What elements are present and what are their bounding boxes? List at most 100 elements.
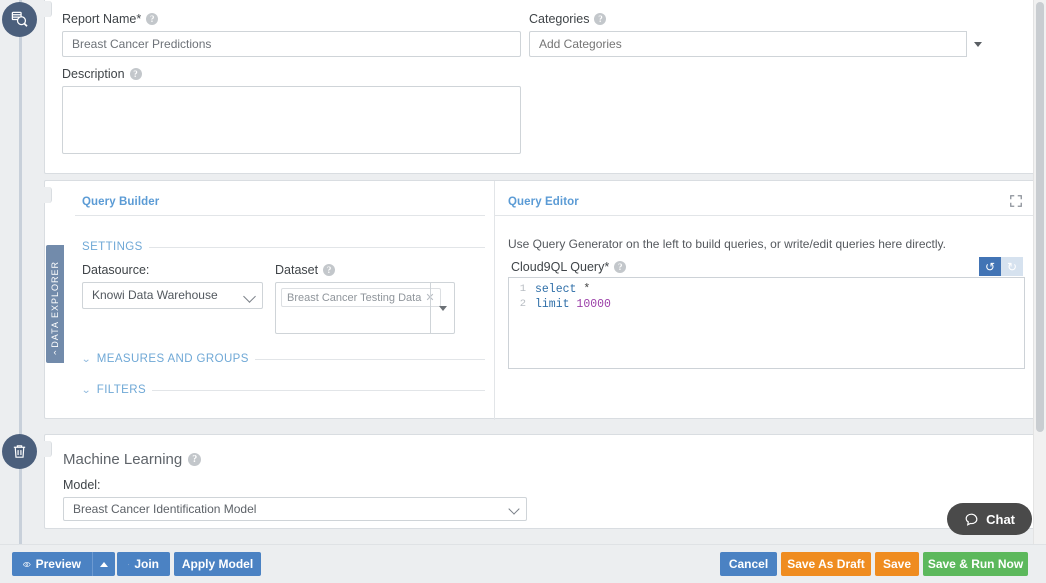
query-editor-help-text: Use Query Generator on the left to build… bbox=[508, 237, 946, 251]
chevron-down-icon: ⌄ bbox=[81, 354, 92, 365]
report-name-label: Report Name* ? bbox=[62, 12, 158, 26]
divider bbox=[149, 247, 485, 248]
code-keyword: limit bbox=[535, 297, 570, 312]
dataset-multiselect[interactable]: Breast Cancer Testing Data ✕ bbox=[275, 282, 455, 334]
divider bbox=[75, 215, 485, 216]
dataset-label-text: Dataset bbox=[275, 263, 318, 277]
data-search-icon[interactable] bbox=[2, 2, 37, 37]
save-as-draft-button[interactable]: Save As Draft bbox=[781, 552, 871, 576]
measures-and-groups-header[interactable]: ⌄ MEASURES AND GROUPS bbox=[82, 353, 485, 365]
settings-section-header: SETTINGS bbox=[82, 241, 485, 253]
categories-label-text: Categories bbox=[529, 12, 589, 26]
filters-header[interactable]: ⌄ FILTERS bbox=[82, 384, 485, 396]
cloud9ql-query-label: Cloud9QL Query* ? bbox=[511, 260, 626, 274]
description-textarea[interactable] bbox=[62, 86, 521, 154]
help-icon[interactable]: ? bbox=[594, 13, 606, 25]
query-builder-title: Query Builder bbox=[82, 196, 159, 208]
description-label-text: Description bbox=[62, 67, 125, 81]
code-line: 1 select * bbox=[509, 282, 1024, 297]
divider bbox=[152, 390, 485, 391]
vertical-scrollbar[interactable] bbox=[1033, 0, 1046, 545]
undo-redo-group: ↺ ↻ bbox=[979, 257, 1023, 276]
report-name-input[interactable] bbox=[62, 31, 521, 57]
categories-label: Categories ? bbox=[529, 12, 606, 26]
chat-button[interactable]: Chat bbox=[947, 503, 1032, 535]
cloud9ql-query-label-text: Cloud9QL Query* bbox=[511, 260, 609, 274]
model-select-wrapper: Breast Cancer Identification Model bbox=[63, 497, 527, 521]
measures-and-groups-label: MEASURES AND GROUPS bbox=[97, 353, 249, 365]
panel-divider bbox=[494, 181, 495, 420]
datasource-label: Datasource: bbox=[82, 263, 149, 277]
data-explorer-label: DATA EXPLORER bbox=[50, 261, 60, 348]
code-line: 2 limit 10000 bbox=[509, 297, 1024, 312]
chevron-down-icon bbox=[974, 42, 982, 47]
chevron-down-icon bbox=[439, 306, 447, 311]
scrollbar-thumb[interactable] bbox=[1036, 2, 1044, 432]
machine-learning-title-text: Machine Learning bbox=[63, 451, 182, 468]
dataset-token-label: Breast Cancer Testing Data bbox=[287, 292, 421, 304]
chevron-down-icon bbox=[243, 290, 256, 303]
apply-model-button-label: Apply Model bbox=[182, 557, 253, 571]
save-as-draft-button-label: Save As Draft bbox=[787, 557, 865, 571]
code-operator: * bbox=[583, 282, 590, 297]
model-select[interactable]: Breast Cancer Identification Model bbox=[63, 497, 527, 521]
filters-label: FILTERS bbox=[97, 384, 146, 396]
datasource-selected-value: Knowi Data Warehouse bbox=[92, 288, 218, 302]
datasource-select[interactable]: Knowi Data Warehouse bbox=[82, 282, 263, 309]
report-name-label-text: Report Name* bbox=[62, 12, 141, 26]
save-button[interactable]: Save bbox=[875, 552, 919, 576]
model-selected-value: Breast Cancer Identification Model bbox=[73, 502, 256, 516]
code-keyword: select bbox=[535, 282, 576, 297]
join-icon bbox=[128, 558, 129, 571]
description-label: Description ? bbox=[62, 67, 142, 81]
apply-model-button[interactable]: Apply Model bbox=[174, 552, 261, 576]
dataset-token[interactable]: Breast Cancer Testing Data ✕ bbox=[281, 288, 441, 307]
help-icon[interactable]: ? bbox=[130, 68, 142, 80]
save-and-run-now-button-label: Save & Run Now bbox=[928, 557, 1023, 571]
bottom-toolbar: Preview Join Apply Model Cancel Save As … bbox=[0, 544, 1046, 583]
query-card: Query Builder Query Editor SETTINGS Data… bbox=[44, 180, 1036, 419]
divider bbox=[495, 215, 1037, 216]
redo-button[interactable]: ↻ bbox=[1001, 257, 1023, 276]
help-icon[interactable]: ? bbox=[323, 264, 335, 276]
settings-section-label: SETTINGS bbox=[82, 241, 143, 253]
categories-dropdown-button[interactable] bbox=[966, 31, 988, 57]
trash-icon[interactable] bbox=[2, 434, 37, 469]
datasource-select-wrapper: Knowi Data Warehouse bbox=[82, 282, 263, 309]
help-icon[interactable]: ? bbox=[614, 261, 626, 273]
line-number: 1 bbox=[509, 282, 535, 297]
preview-button-label: Preview bbox=[36, 557, 81, 571]
dataset-dropdown-button[interactable] bbox=[430, 283, 454, 333]
machine-learning-title: Machine Learning ? bbox=[63, 451, 201, 468]
cloud9ql-code-editor[interactable]: 1 select * 2 limit 10000 bbox=[508, 277, 1025, 369]
categories-input[interactable] bbox=[529, 31, 988, 57]
chevron-down-icon bbox=[508, 503, 519, 514]
save-button-label: Save bbox=[883, 557, 911, 571]
join-button[interactable]: Join bbox=[117, 552, 170, 576]
chat-bubble-icon bbox=[964, 512, 979, 527]
left-rail bbox=[0, 0, 40, 583]
undo-button[interactable]: ↺ bbox=[979, 257, 1001, 276]
chevron-left-icon: ‹ bbox=[46, 347, 64, 357]
divider bbox=[255, 359, 485, 360]
dataset-label: Dataset ? bbox=[275, 263, 335, 277]
data-explorer-tab[interactable]: DATA EXPLORER ‹ bbox=[46, 245, 64, 363]
help-icon[interactable]: ? bbox=[188, 453, 201, 466]
expand-icon[interactable] bbox=[1009, 194, 1023, 208]
categories-field bbox=[529, 31, 988, 57]
preview-dropdown-button[interactable] bbox=[92, 552, 115, 576]
help-icon[interactable]: ? bbox=[146, 13, 158, 25]
code-number: 10000 bbox=[576, 297, 611, 312]
chat-label: Chat bbox=[986, 512, 1015, 527]
query-editor-title: Query Editor bbox=[508, 196, 579, 208]
cancel-button-label: Cancel bbox=[729, 557, 768, 571]
report-details-card: Report Name* ? Description ? Categories … bbox=[44, 0, 1036, 174]
machine-learning-card: Machine Learning ? Model: Breast Cancer … bbox=[44, 434, 1036, 529]
page-scroll-area: Report Name* ? Description ? Categories … bbox=[40, 0, 1046, 545]
save-and-run-now-button[interactable]: Save & Run Now bbox=[923, 552, 1028, 576]
cancel-button[interactable]: Cancel bbox=[720, 552, 777, 576]
dataset-token-list: Breast Cancer Testing Data ✕ bbox=[276, 283, 454, 312]
model-label: Model: bbox=[63, 478, 101, 492]
preview-button[interactable]: Preview bbox=[12, 552, 92, 576]
chevron-down-icon: ⌄ bbox=[81, 385, 92, 396]
